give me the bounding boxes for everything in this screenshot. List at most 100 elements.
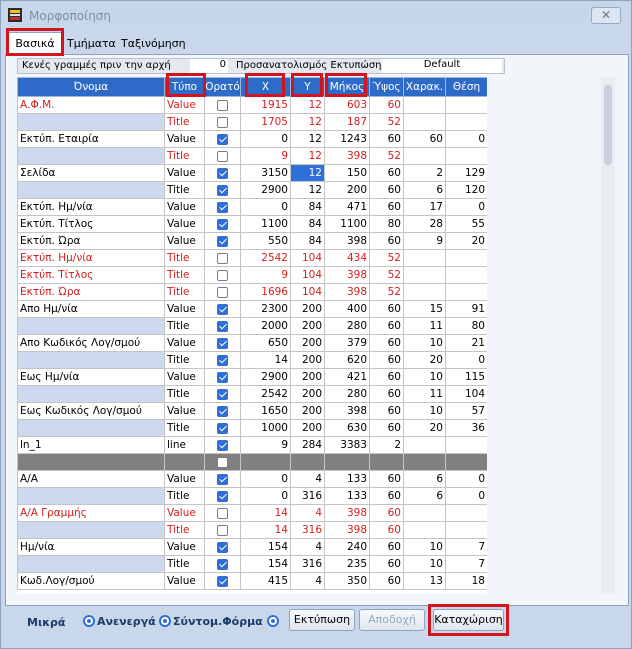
type-cell[interactable]: Value xyxy=(164,572,205,590)
table-row[interactable]: Εκτύπ. Τίτλος Value 1100 84 1100 80 28 55 xyxy=(17,215,487,233)
y-cell[interactable] xyxy=(290,453,325,471)
y-cell[interactable]: 4 xyxy=(290,470,325,488)
len-cell[interactable]: 398 xyxy=(324,147,370,165)
chars-cell[interactable]: 10 xyxy=(403,555,446,573)
visible-cell[interactable] xyxy=(204,283,241,301)
h-cell[interactable]: 60 xyxy=(369,368,404,386)
visible-checkbox[interactable] xyxy=(217,507,228,519)
visible-cell[interactable] xyxy=(204,113,241,131)
name-cell[interactable]: Εκτύπ. Εταιρία xyxy=(17,130,165,148)
name-cell[interactable]: Σελίδα xyxy=(17,164,165,182)
chars-cell[interactable] xyxy=(403,521,446,539)
x-cell[interactable]: 14 xyxy=(240,521,291,539)
x-cell[interactable]: 1650 xyxy=(240,402,291,420)
pos-cell[interactable] xyxy=(445,453,487,471)
pos-cell[interactable] xyxy=(445,96,487,114)
type-cell[interactable]: Title xyxy=(164,487,205,505)
table-row[interactable]: Title 2542 200 280 60 11 104 xyxy=(17,385,487,403)
chars-cell[interactable]: 11 xyxy=(403,385,446,403)
name-cell[interactable]: Εκτύπ. Ώρα xyxy=(17,283,165,301)
type-cell[interactable]: Value xyxy=(164,402,205,420)
len-cell[interactable]: 398 xyxy=(324,504,370,522)
table-row[interactable]: Απο Ημ/νία Value 2300 200 400 60 15 91 xyxy=(17,300,487,318)
x-cell[interactable]: 154 xyxy=(240,555,291,573)
len-cell[interactable]: 350 xyxy=(324,572,370,590)
name-cell[interactable] xyxy=(17,521,165,539)
table-row[interactable]: Σελίδα Value 3150 12 150 60 2 129 xyxy=(17,164,487,182)
h-cell[interactable]: 52 xyxy=(369,266,404,284)
pos-cell[interactable] xyxy=(445,504,487,522)
type-cell[interactable]: line xyxy=(164,436,205,454)
short-form-radio[interactable] xyxy=(159,615,171,627)
h-cell[interactable]: 60 xyxy=(369,555,404,573)
pos-cell[interactable]: 0 xyxy=(445,487,487,505)
len-cell[interactable]: 240 xyxy=(324,538,370,556)
name-cell[interactable]: Α.Φ.Μ. xyxy=(17,96,165,114)
visible-checkbox[interactable] xyxy=(217,252,228,264)
pos-cell[interactable]: 36 xyxy=(445,419,487,437)
len-cell[interactable]: 603 xyxy=(324,96,370,114)
chars-cell[interactable]: 15 xyxy=(403,300,446,318)
table-row[interactable]: Εκτύπ. Ημ/νία Title 2542 104 434 52 xyxy=(17,249,487,267)
len-cell[interactable]: 421 xyxy=(324,368,370,386)
visible-checkbox[interactable] xyxy=(217,541,228,553)
y-cell[interactable]: 104 xyxy=(290,266,325,284)
pos-cell[interactable]: 21 xyxy=(445,334,487,352)
len-cell[interactable]: 398 xyxy=(324,521,370,539)
h-cell[interactable]: 52 xyxy=(369,147,404,165)
chars-cell[interactable] xyxy=(403,436,446,454)
x-cell[interactable]: 154 xyxy=(240,538,291,556)
pos-cell[interactable] xyxy=(445,436,487,454)
h-cell[interactable]: 2 xyxy=(369,436,404,454)
name-cell[interactable] xyxy=(17,147,165,165)
table-row[interactable]: Ημ/νία Value 154 4 240 60 10 7 xyxy=(17,538,487,556)
visible-cell[interactable] xyxy=(204,147,241,165)
y-cell[interactable]: 4 xyxy=(290,572,325,590)
table-row[interactable]: Title 1705 12 187 52 xyxy=(17,113,487,131)
visible-cell[interactable] xyxy=(204,487,241,505)
x-cell[interactable]: 650 xyxy=(240,334,291,352)
h-cell[interactable]: 60 xyxy=(369,538,404,556)
visible-cell[interactable] xyxy=(204,351,241,369)
y-cell[interactable]: 200 xyxy=(290,317,325,335)
visible-cell[interactable] xyxy=(204,130,241,148)
visible-cell[interactable] xyxy=(204,164,241,182)
y-cell[interactable]: 200 xyxy=(290,402,325,420)
visible-checkbox[interactable] xyxy=(217,167,228,179)
third-radio[interactable] xyxy=(267,615,279,627)
chars-cell[interactable]: 9 xyxy=(403,232,446,250)
col-header-length[interactable]: Μήκος xyxy=(324,77,370,97)
table-row[interactable]: Εκτύπ. Ώρα Value 550 84 398 60 9 20 xyxy=(17,232,487,250)
visible-cell[interactable] xyxy=(204,453,241,471)
visible-cell[interactable] xyxy=(204,249,241,267)
type-cell[interactable]: Title xyxy=(164,249,205,267)
table-row[interactable]: Εκτύπ. Ώρα Title 1696 104 398 52 xyxy=(17,283,487,301)
table-row[interactable]: Title 14 200 620 60 20 0 xyxy=(17,351,487,369)
len-cell[interactable]: 620 xyxy=(324,351,370,369)
col-header-type[interactable]: Τύπο xyxy=(164,77,205,97)
y-cell[interactable]: 200 xyxy=(290,385,325,403)
chars-cell[interactable] xyxy=(403,96,446,114)
table-row[interactable]: Α.Φ.Μ. Value 1915 12 603 60 xyxy=(17,96,487,114)
table-row[interactable] xyxy=(17,453,487,471)
y-cell[interactable]: 104 xyxy=(290,283,325,301)
y-cell[interactable]: 200 xyxy=(290,419,325,437)
type-cell[interactable]: Value xyxy=(164,334,205,352)
type-cell[interactable]: Value xyxy=(164,215,205,233)
type-cell[interactable]: Title xyxy=(164,283,205,301)
chars-cell[interactable]: 2 xyxy=(403,164,446,182)
col-header-chars[interactable]: Χαρακ. xyxy=(403,77,446,97)
orientation-field[interactable]: Default xyxy=(382,59,502,73)
chars-cell[interactable]: 20 xyxy=(403,351,446,369)
name-cell[interactable]: ln_1 xyxy=(17,436,165,454)
chars-cell[interactable]: 20 xyxy=(403,419,446,437)
len-cell[interactable]: 150 xyxy=(324,164,370,182)
h-cell[interactable]: 60 xyxy=(369,385,404,403)
chars-cell[interactable] xyxy=(403,266,446,284)
x-cell[interactable]: 2900 xyxy=(240,368,291,386)
table-row[interactable]: Κωδ.Λογ/σμού Value 415 4 350 60 13 18 xyxy=(17,572,487,590)
pos-cell[interactable]: 80 xyxy=(445,317,487,335)
col-header-height[interactable]: Ύψος xyxy=(369,77,404,97)
y-cell[interactable]: 200 xyxy=(290,368,325,386)
chars-cell[interactable]: 28 xyxy=(403,215,446,233)
